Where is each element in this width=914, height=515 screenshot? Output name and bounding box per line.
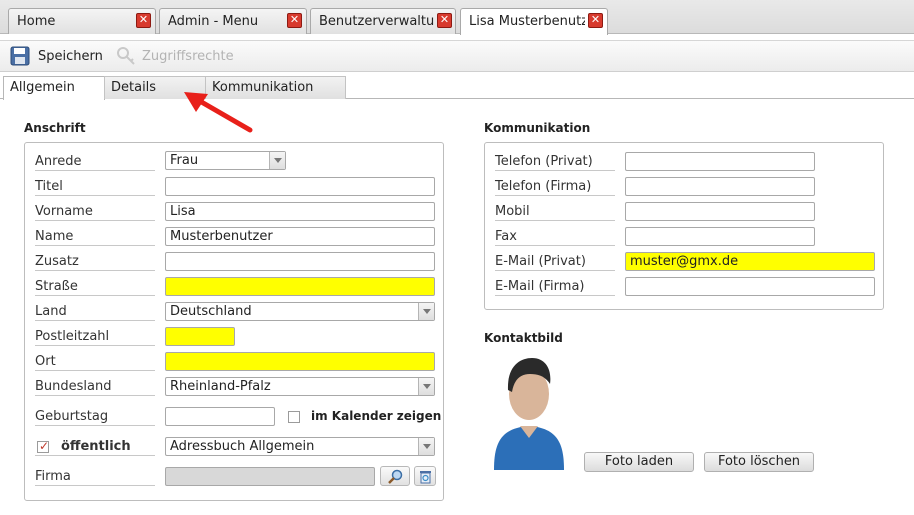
chevron-down-icon[interactable] [418, 378, 434, 395]
save-button[interactable]: Speichern [10, 46, 105, 68]
firma-search-button[interactable] [380, 466, 410, 486]
key-icon [117, 47, 135, 65]
fax-field[interactable] [625, 227, 815, 246]
anschrift-title: Anschrift [24, 121, 86, 135]
annotation-arrow-icon [184, 92, 253, 133]
name-field[interactable]: Musterbenutzer [165, 227, 435, 246]
vorname-label: Vorname [35, 201, 155, 221]
mobil-field[interactable] [625, 202, 815, 221]
adressbuch-select[interactable]: Adressbuch Allgemein [165, 437, 435, 456]
firma-clear-button[interactable] [414, 466, 436, 486]
zusatz-label: Zusatz [35, 251, 155, 271]
tel-firma-label: Telefon (Firma) [495, 176, 615, 196]
oeffentlich-label: öffentlich [35, 436, 155, 456]
firma-label: Firma [35, 466, 155, 486]
land-select[interactable]: Deutschland [165, 302, 435, 321]
email-privat-label: E-Mail (Privat) [495, 251, 615, 271]
land-value: Deutschland [170, 304, 252, 319]
close-icon[interactable]: ✕ [287, 13, 302, 28]
bundesland-value: Rheinland-Pfalz [170, 379, 271, 394]
postleitzahl-label: Postleitzahl [35, 326, 155, 346]
contact-avatar-icon [494, 358, 564, 470]
floppy-disk-icon [10, 46, 30, 66]
section-tabs: Allgemein Details Kommunikation [0, 76, 914, 100]
kommunikation-title: Kommunikation [484, 121, 591, 135]
foto-laden-button[interactable]: Foto laden [584, 452, 694, 472]
land-label: Land [35, 301, 155, 321]
tel-firma-field[interactable] [625, 177, 815, 196]
close-icon[interactable]: ✕ [588, 13, 603, 28]
firma-field [165, 467, 375, 486]
kalender-label: im Kalender zeigen [311, 409, 442, 423]
tab-lisa-musterbenutzer[interactable]: Lisa Musterbenutz ✕ [460, 8, 608, 35]
tab-label: Home [17, 14, 56, 29]
ort-label: Ort [35, 351, 155, 371]
geburtstag-label: Geburtstag [35, 406, 155, 426]
save-label: Speichern [38, 49, 103, 64]
adressbuch-value: Adressbuch Allgemein [170, 439, 315, 454]
chevron-down-icon[interactable] [418, 438, 434, 455]
tab-label: Benutzerverwaltur [319, 14, 435, 29]
bundesland-select[interactable]: Rheinland-Pfalz [165, 377, 435, 396]
access-rights-label: Zugriffsrechte [142, 49, 234, 64]
tab-bar: Home ✕ Admin - Menu ✕ Benutzerverwaltur … [0, 0, 914, 35]
fax-label: Fax [495, 226, 615, 246]
ort-field[interactable] [165, 352, 435, 371]
anrede-value: Frau [170, 153, 199, 168]
strasse-label: Straße [35, 276, 155, 296]
chevron-down-icon[interactable] [269, 152, 285, 169]
postleitzahl-field[interactable] [165, 327, 235, 346]
kontaktbild-title: Kontaktbild [484, 331, 563, 345]
trash-icon [420, 471, 431, 484]
foto-loeschen-button[interactable]: Foto löschen [704, 452, 814, 472]
mobil-label: Mobil [495, 201, 615, 221]
name-label: Name [35, 226, 155, 246]
search-icon [388, 469, 403, 484]
strasse-field[interactable] [165, 277, 435, 296]
tab-benutzerverwaltung[interactable]: Benutzerverwaltur ✕ [310, 8, 456, 34]
tab-home[interactable]: Home ✕ [8, 8, 156, 34]
tel-privat-field[interactable] [625, 152, 815, 171]
anrede-select[interactable]: Frau [165, 151, 286, 170]
email-firma-label: E-Mail (Firma) [495, 276, 615, 296]
kalender-checkbox[interactable] [288, 411, 300, 423]
access-rights-button[interactable]: Zugriffsrechte [116, 46, 236, 68]
close-icon[interactable]: ✕ [136, 13, 151, 28]
tab-allgemein[interactable]: Allgemein [3, 76, 105, 100]
email-privat-field[interactable]: muster@gmx.de [625, 252, 875, 271]
vorname-field[interactable]: Lisa [165, 202, 435, 221]
titel-field[interactable] [165, 177, 435, 196]
bundesland-label: Bundesland [35, 376, 155, 396]
tab-admin-menu[interactable]: Admin - Menu ✕ [159, 8, 307, 34]
zusatz-field[interactable] [165, 252, 435, 271]
close-icon[interactable]: ✕ [437, 13, 452, 28]
chevron-down-icon[interactable] [418, 303, 434, 320]
titel-label: Titel [35, 176, 155, 196]
geburtstag-field[interactable] [165, 407, 275, 426]
toolbar: Speichern Zugriffsrechte [0, 40, 914, 72]
tab-label: Admin - Menu [168, 14, 259, 29]
email-firma-field[interactable] [625, 277, 875, 296]
tel-privat-label: Telefon (Privat) [495, 151, 615, 171]
anrede-label: Anrede [35, 151, 155, 171]
tab-label: Lisa Musterbenutz [469, 14, 585, 29]
